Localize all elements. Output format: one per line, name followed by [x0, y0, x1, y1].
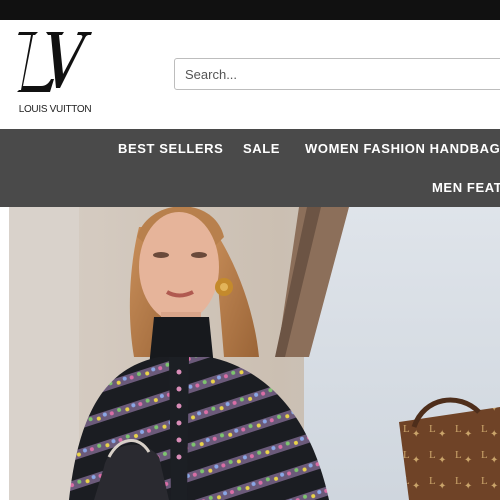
nav-item-women-fashion-handbags[interactable]: WOMEN FASHION HANDBAGS: [305, 141, 500, 156]
lv-monogram-icon: [17, 32, 92, 92]
hero-banner-image[interactable]: L ✦: [9, 207, 500, 500]
nav-item-best-sellers[interactable]: BEST SELLERS: [118, 141, 223, 156]
nav-item-men-featured[interactable]: MEN FEAT: [432, 180, 500, 195]
main-nav: BEST SELLERS SALE WOMEN FASHION HANDBAGS…: [0, 129, 500, 207]
brand-logo[interactable]: LOUIS VUITTON: [16, 30, 94, 122]
search-input[interactable]: [174, 58, 500, 90]
hero-photo: L ✦: [9, 207, 500, 500]
nav-item-sale[interactable]: SALE: [243, 141, 280, 156]
top-bar: [0, 0, 500, 20]
site-header: LOUIS VUITTON: [0, 20, 500, 129]
brand-name: LOUIS VUITTON: [18, 104, 92, 115]
